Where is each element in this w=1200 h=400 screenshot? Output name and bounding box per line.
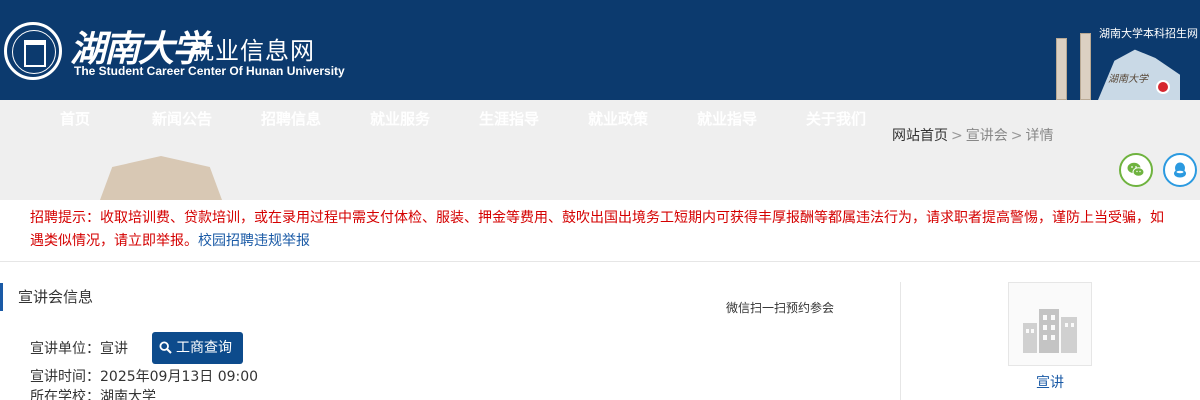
section-title: 宣讲会信息 (18, 288, 94, 306)
search-icon (159, 341, 172, 354)
divider (900, 282, 901, 400)
nav-item-career[interactable]: 生涯指导 (479, 108, 539, 129)
breadcrumb-level2: 详情 (1025, 128, 1054, 144)
company-value: 宣讲 (100, 341, 128, 357)
red-seal-icon (1156, 80, 1170, 94)
breadcrumb-home[interactable]: 网站首页 (892, 128, 948, 144)
admissions-link[interactable]: 湖南大学本科招生网 (1099, 25, 1198, 41)
info-row-time: 宣讲时间：2025年09月13日 09:00 (30, 366, 258, 386)
site-header: 湖南大学 就业信息网 The Student Career Center Of … (0, 0, 1200, 100)
section-accent-bar (0, 283, 3, 311)
university-seal-icon[interactable] (4, 22, 62, 80)
site-subtitle: The Student Career Center Of Hunan Unive… (74, 64, 345, 78)
nav-item-jobs[interactable]: 招聘信息 (261, 108, 321, 129)
divider (0, 261, 1200, 262)
site-title[interactable]: 就业信息网 (190, 31, 315, 66)
building-placeholder-icon (1023, 309, 1077, 353)
nav-item-services[interactable]: 就业服务 (370, 108, 430, 129)
breadcrumb-separator: > (1010, 128, 1023, 144)
nav-item-about[interactable]: 关于我们 (806, 108, 866, 129)
company-name-link[interactable]: 宣讲 (1008, 372, 1092, 392)
breadcrumb-separator: > (951, 128, 963, 144)
business-lookup-button[interactable]: 工商查询 (152, 332, 243, 364)
qq-icon[interactable] (1163, 153, 1197, 187)
nav-item-policy[interactable]: 就业政策 (588, 108, 648, 129)
time-label: 宣讲时间： (30, 369, 100, 385)
school-label: 所在学校： (30, 389, 100, 400)
business-lookup-label: 工商查询 (176, 340, 232, 356)
wechat-icon[interactable] (1119, 153, 1153, 187)
nav-item-news[interactable]: 新闻公告 (152, 108, 212, 129)
time-value: 2025年09月13日 09:00 (100, 369, 259, 385)
gate-illustration (100, 156, 222, 200)
info-row-school: 所在学校：湖南大学 (30, 386, 156, 400)
pillars-illustration (1052, 33, 1098, 100)
school-value: 湖南大学 (100, 389, 156, 400)
info-row-company: 宣讲单位：宣讲 (30, 338, 128, 358)
company-label: 宣讲单位： (30, 341, 100, 357)
breadcrumb: 网站首页 > 宣讲会 > 详情 (892, 125, 1053, 145)
wechat-scan-hint: 微信扫一扫预约参会 (726, 301, 835, 315)
recruitment-notice: 招聘提示：收取培训费、贷款培训，或在录用过程中需支付体检、服装、押金等费用、鼓吹… (30, 207, 1170, 253)
breadcrumb-level1[interactable]: 宣讲会 (966, 128, 1008, 144)
nav-item-guidance[interactable]: 就业指导 (697, 108, 757, 129)
nav-item-home[interactable]: 首页 (60, 108, 90, 129)
company-logo[interactable] (1008, 282, 1092, 366)
nav-bar: 首页 新闻公告 招聘信息 就业服务 生涯指导 就业政策 就业指导 关于我们 网站… (0, 100, 1200, 200)
report-link[interactable]: 校园招聘违规举报 (198, 233, 310, 249)
illustration-text: 湖南大学 (1108, 74, 1148, 85)
